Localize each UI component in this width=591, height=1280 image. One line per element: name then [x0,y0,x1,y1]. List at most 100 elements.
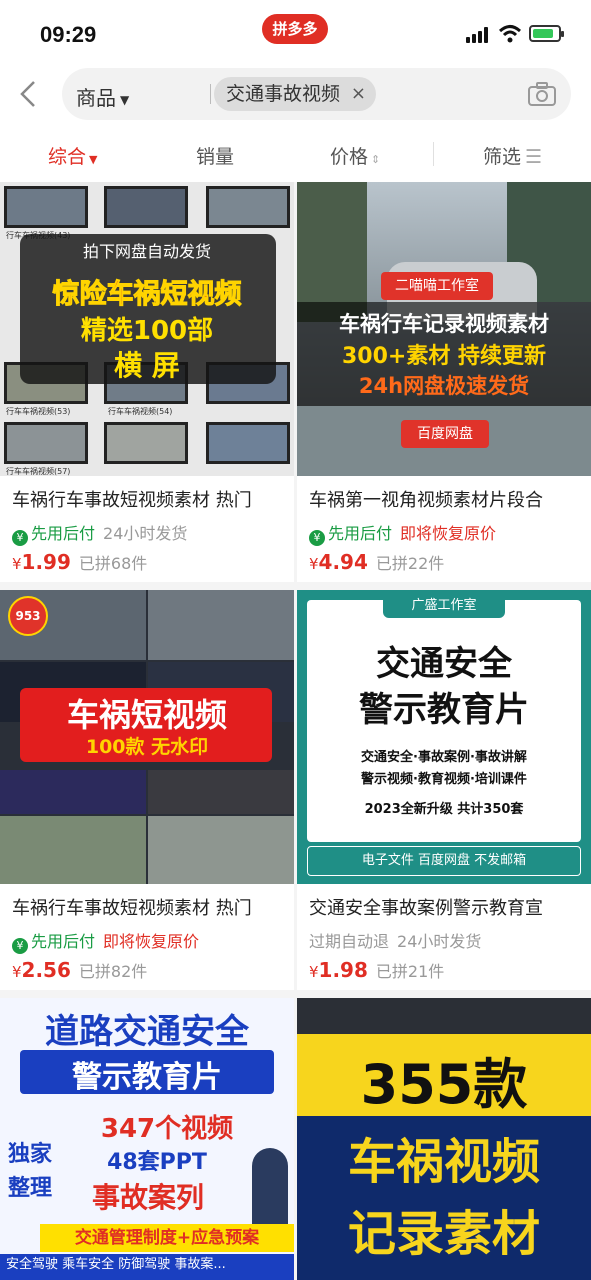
status-time: 09:29 [40,22,97,47]
overlay-delivery: 24h网盘极速发货 [358,374,530,398]
tag-shipping: 24小时发货 [397,932,482,951]
video-frame [148,770,294,814]
product-tags: ¥ 先用后付 即将恢复原价 [12,928,199,954]
product-card[interactable]: 道路交通安全 警示教育片 347个视频 48套PPT 独家 整理 事故案列 交通… [0,998,294,1280]
currency-symbol: ¥ [12,963,22,981]
currency-symbol: ¥ [309,963,319,981]
sort-comprehensive-label: 综合 [48,146,87,168]
product-title: 交通安全事故案例警示教育宣 [309,898,543,919]
product-tags: 过期自动退 24小时发货 [309,928,481,952]
tag-price-restore: 即将恢复原价 [103,932,200,951]
poster-headline: 交通安全 [376,644,512,684]
search-query-text: 交通事故视频 [226,83,341,105]
police-figure [252,1148,288,1228]
price-value: 1.98 [318,958,368,982]
sort-price[interactable]: 价格 ⇕ [330,142,380,169]
tag-price-restore: 即将恢复原价 [400,524,497,543]
sold-count: 已拼82件 [78,962,148,981]
product-image: 道路交通安全 警示教育片 347个视频 48套PPT 独家 整理 事故案列 交通… [0,998,294,1280]
poster-strip: 交通管理制度+应急预案 [40,1224,294,1252]
poster-headline: 道路交通安全 [45,1012,249,1052]
poster-cases: 事故案列 [92,1181,205,1214]
sold-count: 已拼68件 [78,554,148,573]
poster-subheadline: 警示教育片 [359,690,529,730]
product-image: 广盛工作室 交通安全 警示教育片 交通安全·事故案例·事故讲解 警示视频·教育视… [297,590,591,884]
filter-icon: ☰ [525,146,543,168]
category-label: 商品 [76,86,116,110]
film-frame [4,186,88,228]
product-image: 953 车祸短视频 100款 无水印 [0,590,294,884]
tag-pay-later: 先用后付 [31,932,96,951]
product-image: 二喵喵工作室 车祸行车记录视频素材 300+素材 持续更新 24h网盘极速发货 … [297,182,591,476]
baidu-badge: 百度网盘 [401,420,489,448]
overlay-headline: 惊险车祸短视频 [52,279,242,311]
product-card[interactable]: 二喵喵工作室 车祸行车记录视频素材 300+素材 持续更新 24h网盘极速发货 … [297,182,591,582]
film-frame [4,422,88,464]
tag-shipping: 24小时发货 [103,524,188,543]
sort-filter[interactable]: 筛选 ☰ [483,142,542,169]
product-card[interactable]: 广盛工作室 交通安全 警示教育片 交通安全·事故案例·事故讲解 警示视频·教育视… [297,590,591,990]
currency-symbol: ¥ [12,555,22,573]
price-value: 2.56 [21,958,71,982]
search-row: 商品 ▼ 交通事故视频 × [0,64,591,124]
sort-arrows-icon: ⇕ [371,153,381,166]
sort-bar: 综合 ▼ 销量 价格 ⇕ 筛选 ☰ [0,128,591,180]
frame-caption: 行车车祸视频(57) [6,467,71,476]
product-tags: ¥ 先用后付 即将恢复原价 [309,520,496,546]
product-card[interactable]: 355款 车祸视频 记录素材 [297,998,591,1280]
product-card[interactable]: 953 车祸短视频 100款 无水印 车祸行车事故短视频素材 热门 ¥ 先用后付即… [0,590,294,990]
poster-side-1: 独家 [8,1142,53,1167]
product-title: 车祸行车事故短视频素材 热门 [12,490,252,511]
poster-topics: 交通安全·事故案例·事故讲解 [361,750,527,765]
camera-icon[interactable] [527,80,557,108]
pay-later-icon: ¥ [309,530,325,546]
product-image: 355款 车祸视频 记录素材 [297,998,591,1280]
currency-symbol: ¥ [309,555,319,573]
product-grid: 行车车祸视频(43) 行车车祸视频(53) 行车车祸视频(54) 行车车祸视频(… [0,182,591,1280]
sort-filter-label: 筛选 [483,146,522,168]
film-frame [206,422,290,464]
clear-chip-icon[interactable]: × [351,77,366,111]
roadside-trees [297,182,367,322]
search-query-chip[interactable]: 交通事故视频 × [214,77,377,111]
film-frame [104,186,188,228]
film-frame [104,422,188,464]
tag-auto-refund: 过期自动退 [309,932,390,951]
product-image: 行车车祸视频(43) 行车车祸视频(53) 行车车祸视频(54) 行车车祸视频(… [0,182,294,476]
video-frame [148,816,294,884]
caret-down-icon: ▼ [89,153,98,166]
poster-subheadline: 记录素材 [347,1206,540,1262]
category-dropdown[interactable]: 商品 ▼ [76,82,129,111]
search-box[interactable]: 商品 ▼ 交通事故视频 × [62,68,571,120]
film-frame [206,186,290,228]
frame-caption: 行车车祸视频(54) [108,407,173,416]
sort-sales[interactable]: 销量 [196,142,234,169]
video-frame [0,816,146,884]
overlay-orientation: 横 屏 [114,349,180,382]
poster-bottom-strip: 安全驾驶 乘车安全 防御驾驶 事故案... [0,1254,294,1280]
price-value: 1.99 [21,550,71,574]
tag-pay-later: 先用后付 [328,524,393,543]
app-badge: 拼多多 [262,14,328,44]
caret-down-icon: ▼ [120,92,130,107]
product-price: ¥1.99 已拼68件 [12,550,147,574]
video-frame [0,770,146,814]
studio-label: 广盛工作室 [383,594,505,618]
tag-pay-later: 先用后付 [31,524,96,543]
poster-count: 355款 [360,1053,528,1116]
overlay-headline: 车祸短视频 [66,696,227,734]
battery-icon [529,25,564,42]
poster-edition: 2023全新升级 共计350套 [364,802,524,817]
sort-price-label: 价格 [330,146,369,168]
back-icon[interactable] [12,76,48,112]
overlay-top-label: 拍下网盘自动发货 [82,242,211,261]
product-price: ¥4.94 已拼22件 [309,550,444,574]
product-title: 车祸行车事故短视频素材 热门 [12,898,252,919]
wifi-icon [498,25,522,43]
sort-comprehensive[interactable]: 综合 ▼ [48,142,97,169]
product-card[interactable]: 行车车祸视频(43) 行车车祸视频(53) 行车车祸视频(54) 行车车祸视频(… [0,182,294,582]
signal-icon [466,27,492,43]
pay-later-icon: ¥ [12,938,28,954]
studio-badge: 二喵喵工作室 [381,272,493,300]
search-divider [210,84,211,104]
